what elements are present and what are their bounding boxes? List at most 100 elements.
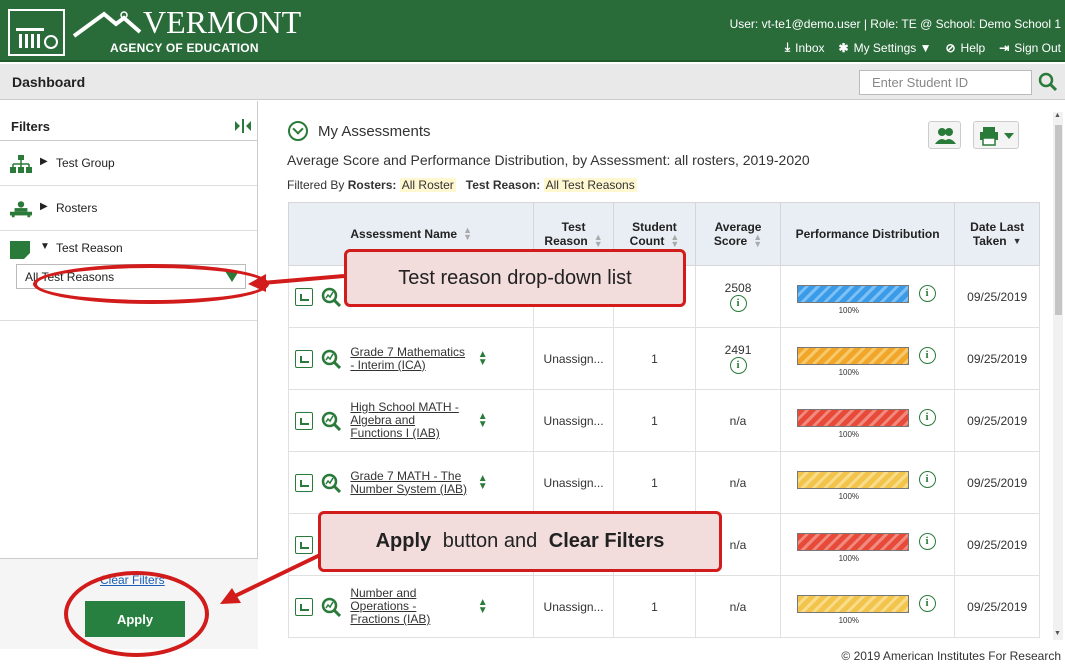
assessment-link[interactable]: High School MATH - Algebra and Functions… bbox=[350, 401, 468, 440]
performance-bar bbox=[796, 408, 909, 427]
filter-label: Rosters bbox=[56, 201, 98, 215]
magnify-chart-icon[interactable] bbox=[321, 349, 341, 369]
user-role-info: User: vt-te1@demo.user | Role: TE @ Scho… bbox=[729, 17, 1061, 31]
performance-cell: 100% i bbox=[779, 451, 956, 514]
report-icon[interactable] bbox=[295, 349, 313, 368]
performance-cell: 100% i bbox=[779, 513, 956, 576]
callout-apply-clear: Apply button and Clear Filters bbox=[318, 511, 722, 572]
report-icon[interactable] bbox=[295, 597, 313, 616]
dashboard-bar: Dashboard bbox=[0, 64, 1065, 100]
report-icon[interactable] bbox=[295, 411, 313, 430]
performance-cell: 100% i bbox=[779, 265, 956, 328]
scroll-up-icon[interactable]: ▲ bbox=[1054, 112, 1061, 119]
reorder-icon[interactable]: ▲▼ bbox=[478, 473, 488, 491]
logo-subtitle: AGENCY OF EDUCATION bbox=[110, 41, 259, 55]
assessment-link[interactable]: Grade 7 MATH - The Number System (IAB) bbox=[350, 469, 468, 496]
test-reason-cell: Unassign... bbox=[533, 451, 614, 514]
scrollbar-thumb[interactable] bbox=[1055, 125, 1062, 315]
assessment-link[interactable]: Number and Operations - Fractions (IAB) bbox=[350, 587, 468, 626]
student-count-cell: 1 bbox=[612, 327, 697, 390]
performance-percent: 100% bbox=[838, 305, 860, 315]
info-icon[interactable]: i bbox=[918, 470, 936, 488]
date-cell: 09/25/2019 bbox=[954, 327, 1040, 390]
help-link[interactable]: ⊘ Help bbox=[945, 41, 985, 55]
magnify-chart-icon[interactable] bbox=[321, 597, 341, 617]
filters-title: Filters bbox=[11, 119, 51, 134]
assessment-cell: Grade 7 MATH - The Number System (IAB) ▲… bbox=[287, 451, 535, 514]
print-menu-button[interactable] bbox=[973, 121, 1019, 149]
performance-bar bbox=[796, 284, 909, 303]
people-icon bbox=[935, 128, 956, 144]
average-score-cell: n/a bbox=[695, 575, 781, 638]
copyright-footer: © 2019 American Institutes For Research bbox=[841, 649, 1061, 663]
expand-arrow-icon: ▶ bbox=[40, 156, 48, 167]
col-date-last-taken[interactable]: Date Last Taken ▼ bbox=[954, 202, 1040, 266]
sign-out-link[interactable]: ⇥ Sign Out bbox=[999, 41, 1061, 55]
scroll-down-icon[interactable]: ▼ bbox=[1054, 630, 1061, 637]
collapse-section-icon[interactable] bbox=[288, 121, 308, 141]
info-icon[interactable]: i bbox=[918, 346, 936, 364]
magnify-chart-icon[interactable] bbox=[321, 411, 341, 431]
assessment-cell: High School MATH - Algebra and Functions… bbox=[287, 389, 535, 452]
info-icon[interactable]: i bbox=[918, 594, 936, 612]
toolbar bbox=[928, 121, 1019, 149]
table-row: Grade 7 Mathematics - Interim (ICA) ▲ ▼ U… bbox=[287, 327, 1040, 390]
section-header: My Assessments bbox=[288, 121, 431, 141]
filter-label: Test Group bbox=[56, 156, 115, 170]
highlight-ring-dropdown bbox=[33, 264, 269, 304]
printer-icon bbox=[980, 127, 1014, 146]
my-settings-menu[interactable]: ✱ My Settings ▼ bbox=[839, 41, 932, 55]
mountain-logo-icon bbox=[72, 11, 142, 38]
test-reason-cell: Unassign... bbox=[533, 575, 614, 638]
average-score-cell: n/a bbox=[695, 451, 781, 514]
assessment-cell: Grade 7 Mathematics - Interim (ICA) ▲ ▼ bbox=[287, 327, 535, 390]
inbox-link[interactable]: ⤓ Inbox bbox=[785, 40, 825, 55]
col-average-score[interactable]: Average Score ▲ ▼ bbox=[695, 202, 781, 266]
info-icon[interactable]: i bbox=[918, 284, 936, 302]
info-icon[interactable]: i bbox=[729, 357, 747, 374]
app-header: VERMONT AGENCY OF EDUCATION User: vt-te1… bbox=[0, 0, 1065, 62]
section-title: My Assessments bbox=[318, 122, 431, 140]
table-row: Number and Operations - Fractions (IAB) … bbox=[287, 575, 1040, 638]
performance-bar bbox=[796, 594, 909, 613]
callout-dropdown: Test reason drop-down list bbox=[344, 249, 686, 307]
report-icon[interactable] bbox=[295, 473, 313, 492]
filter-label: Test Reason bbox=[56, 241, 123, 255]
info-icon[interactable]: i bbox=[918, 408, 936, 426]
collapse-sidebar-icon[interactable] bbox=[234, 119, 252, 133]
logo-title: VERMONT bbox=[143, 4, 302, 40]
hierarchy-icon bbox=[10, 155, 32, 173]
report-icon[interactable] bbox=[295, 287, 313, 306]
filter-test-group[interactable]: ▶ Test Group bbox=[0, 141, 257, 186]
reorder-icon[interactable]: ▲▼ bbox=[478, 411, 488, 429]
report-icon[interactable] bbox=[295, 535, 313, 554]
table-row: Grade 7 MATH - The Number System (IAB) ▲… bbox=[287, 451, 1040, 514]
student-id-input[interactable] bbox=[859, 70, 1032, 95]
sign-out-icon: ⇥ bbox=[999, 40, 1010, 55]
test-reason-cell: Unassign... bbox=[533, 327, 614, 390]
magnify-chart-icon[interactable] bbox=[321, 473, 341, 493]
student-count-cell: 1 bbox=[612, 575, 697, 638]
date-cell: 09/25/2019 bbox=[954, 265, 1040, 328]
info-icon[interactable]: i bbox=[729, 295, 747, 312]
collapse-arrow-icon[interactable]: ▼ bbox=[40, 241, 50, 252]
page: VERMONT AGENCY OF EDUCATION User: vt-te1… bbox=[0, 0, 1065, 665]
average-score-cell: n/a bbox=[695, 389, 781, 452]
group-students-button[interactable] bbox=[928, 121, 961, 149]
highlight-ring-apply bbox=[64, 571, 209, 657]
reorder-icon[interactable]: ▲▼ bbox=[478, 597, 488, 615]
filters-sidebar: Filters ▶ Test Group ▶ Rosters ▼ Test Re… bbox=[0, 101, 258, 649]
search-icon[interactable] bbox=[1038, 72, 1058, 92]
table-row: High School MATH - Algebra and Functions… bbox=[287, 389, 1040, 452]
page-title: Dashboard bbox=[12, 74, 86, 90]
magnify-chart-icon[interactable] bbox=[321, 287, 341, 307]
average-score-cell: 2491 i bbox=[695, 327, 781, 390]
sort-icon: ▲ ▼ bbox=[753, 232, 763, 250]
filter-rosters[interactable]: ▶ Rosters bbox=[0, 186, 257, 231]
note-icon bbox=[10, 241, 30, 259]
assessment-link[interactable]: Grade 7 Mathematics - Interim (ICA) bbox=[350, 345, 468, 372]
reorder-icon[interactable]: ▲▼ bbox=[478, 349, 488, 367]
info-icon[interactable]: i bbox=[918, 532, 936, 550]
header-nav: ⤓ Inbox ✱ My Settings ▼ ⊘ Help ⇥ Sign Out bbox=[785, 40, 1061, 55]
average-score-cell: 2508 i bbox=[695, 265, 781, 328]
